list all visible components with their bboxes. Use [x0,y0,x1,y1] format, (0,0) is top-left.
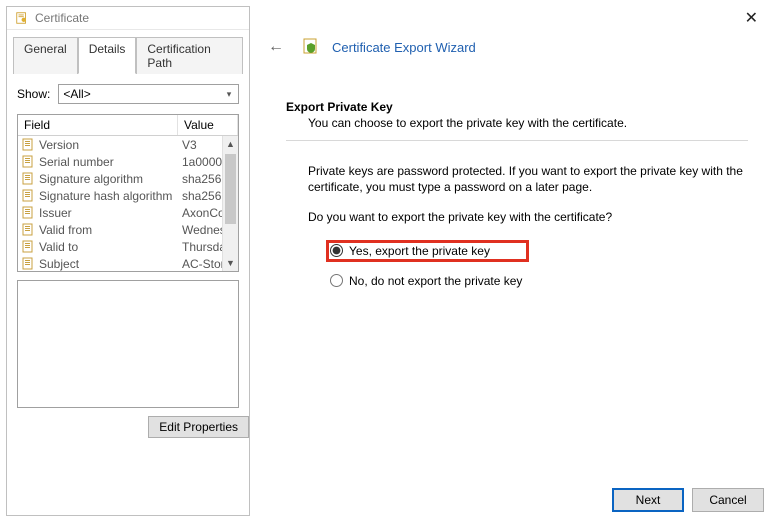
table-row[interactable]: VersionV3 [18,136,238,153]
certificate-icon [15,11,29,25]
export-key-radio-group: Yes, export the private key No, do not e… [326,240,748,290]
tab-bar: General Details Certification Path [13,36,243,74]
cell-field: Signature hash algorithm [18,189,178,203]
radio-option-yes[interactable]: Yes, export the private key [326,240,529,262]
divider [286,140,748,141]
edit-properties-button[interactable]: Edit Properties [148,416,249,438]
listview-scrollbar[interactable]: ▲ ▼ [222,136,238,271]
show-dropdown[interactable]: <All> ▾ [58,84,239,104]
wizard-paragraph-2: Do you want to export the private key wi… [308,209,748,225]
tab-general[interactable]: General [13,37,78,74]
cell-field: Version [18,138,178,152]
field-detail-textarea[interactable] [17,280,239,408]
col-field[interactable]: Field [18,115,178,135]
back-arrow-icon[interactable]: ← [262,36,290,58]
wizard-header: ← Certificate Export Wizard [262,36,768,58]
table-row[interactable]: Serial number1a000000 [18,153,238,170]
field-icon [22,172,35,185]
radio-yes-label: Yes, export the private key [349,244,490,258]
table-row[interactable]: Valid fromWednesda [18,221,238,238]
field-icon [22,206,35,219]
radio-no-input[interactable] [330,274,343,287]
certificate-window-title: Certificate [35,11,89,25]
field-icon [22,138,35,151]
tab-details[interactable]: Details [78,37,137,74]
table-row[interactable]: Signature algorithmsha256RS [18,170,238,187]
cell-field: Serial number [18,155,178,169]
cell-field: Valid from [18,223,178,237]
field-icon [22,240,35,253]
scroll-up-icon[interactable]: ▲ [223,136,238,152]
export-wizard-window: ✕ ← Certificate Export Wizard Export Pri… [252,0,778,524]
wizard-paragraph-1: Private keys are password protected. If … [308,163,748,195]
table-row[interactable]: Valid toThursday, [18,238,238,255]
col-value[interactable]: Value [178,115,238,135]
cell-field: Valid to [18,240,178,254]
field-icon [22,155,35,168]
certificate-window: Certificate General Details Certificatio… [6,6,250,516]
tab-certification-path[interactable]: Certification Path [136,37,243,74]
scroll-down-icon[interactable]: ▼ [223,255,238,271]
field-icon [22,223,35,236]
cell-field: Signature algorithm [18,172,178,186]
field-icon [22,189,35,202]
wizard-subheading: You can choose to export the private key… [308,116,748,130]
wizard-shield-icon [302,37,320,58]
cancel-button[interactable]: Cancel [692,488,764,512]
next-button[interactable]: Next [612,488,684,512]
show-filter-row: Show: <All> ▾ [7,74,249,114]
cell-field: Subject [18,257,178,271]
cell-field: Issuer [18,206,178,220]
close-button[interactable]: ✕ [737,6,766,30]
scroll-thumb[interactable] [225,154,236,224]
field-icon [22,257,35,270]
chevron-down-icon: ▾ [222,87,236,101]
wizard-heading: Export Private Key [286,100,748,114]
table-row[interactable]: Signature hash algorithmsha256 [18,187,238,204]
radio-yes-input[interactable] [330,244,343,257]
radio-no-label: No, do not export the private key [349,274,522,288]
certificate-window-titlebar: Certificate [7,7,249,30]
table-row[interactable]: SubjectAC-Storag [18,255,238,272]
wizard-title: Certificate Export Wizard [332,40,476,55]
radio-option-no[interactable]: No, do not export the private key [326,272,748,290]
show-label: Show: [17,87,50,101]
wizard-button-bar: Next Cancel [612,488,764,512]
fields-listview[interactable]: Field Value VersionV3Serial number1a0000… [17,114,239,272]
wizard-body: Export Private Key You can choose to exp… [286,100,748,300]
show-dropdown-value: <All> [63,87,90,101]
listview-header: Field Value [18,115,238,136]
table-row[interactable]: IssuerAxonCorp [18,204,238,221]
